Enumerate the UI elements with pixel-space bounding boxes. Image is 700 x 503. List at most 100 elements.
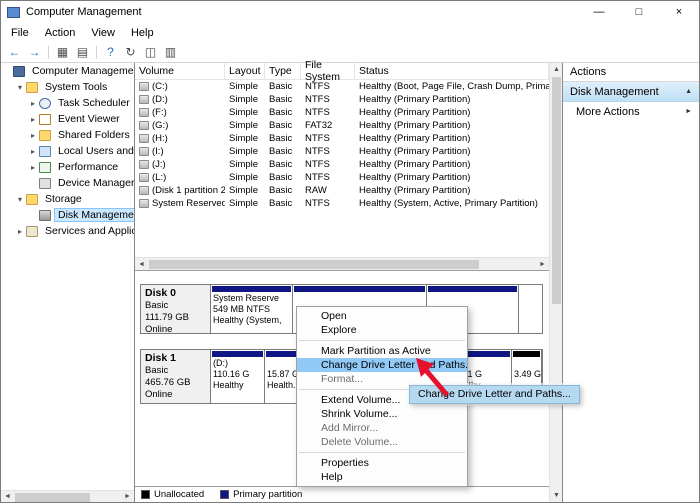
partition-title — [293, 293, 426, 304]
volume-file-system: NTFS — [305, 94, 330, 105]
partition-color-strip — [294, 286, 425, 292]
views-icon[interactable]: ▥ — [161, 43, 180, 61]
forward-icon[interactable]: → — [25, 43, 44, 61]
scroll-thumb[interactable] — [149, 260, 479, 269]
menu-action[interactable]: Action — [37, 27, 84, 39]
scroll-left-icon[interactable] — [1, 490, 14, 502]
refresh-icon[interactable]: ↻ — [121, 43, 140, 61]
volume-file-system: NTFS — [305, 172, 330, 183]
tree-item-device-manager[interactable]: Device Manager — [1, 175, 134, 191]
expand-icon[interactable]: ▸ — [28, 147, 38, 156]
column-header-status[interactable]: Status — [355, 63, 549, 79]
table-row[interactable]: (F:) Simple Basic NTFS Healthy (Primary … — [135, 106, 549, 119]
legend: Unallocated Primary partition — [135, 486, 549, 502]
scroll-thumb[interactable] — [552, 77, 561, 305]
tree-item-local-users-and-groups[interactable]: ▸ Local Users and Groups — [1, 143, 134, 159]
volume-name: (Disk 1 partition 2) — [152, 185, 225, 196]
menu-item-help[interactable]: Help — [297, 470, 467, 484]
collapse-icon[interactable]: ▾ — [15, 195, 25, 204]
tree-item-computer-management[interactable]: Computer Management (Local — [1, 63, 134, 79]
partition-size: 110.16 G — [213, 369, 250, 379]
volume-icon — [139, 173, 149, 182]
properties-icon[interactable]: ▤ — [73, 43, 92, 61]
show-console-tree-icon[interactable]: ▦ — [53, 43, 72, 61]
partition-d[interactable]: (D:) 110.16 G Healthy — [211, 350, 265, 403]
volume-name: (J:) — [152, 159, 166, 170]
scroll-left-icon[interactable] — [135, 258, 148, 271]
table-row[interactable]: (I:) Simple Basic NTFS Healthy (Primary … — [135, 145, 549, 158]
column-header-type[interactable]: Type — [265, 63, 301, 79]
partition-status: Health... — [267, 380, 297, 390]
volume-icon — [139, 160, 149, 169]
tree-item-disk-management[interactable]: Disk Management — [1, 207, 134, 223]
minimize-button[interactable]: — — [579, 1, 619, 23]
menu-item-explore[interactable]: Explore — [297, 323, 467, 337]
computer-management-window: Computer Management — □ × File Action Vi… — [0, 0, 700, 503]
column-header-file-system[interactable]: File System — [301, 59, 355, 83]
back-icon[interactable]: ← — [5, 43, 24, 61]
menu-help[interactable]: Help — [123, 27, 162, 39]
tree-item-storage[interactable]: ▾ Storage — [1, 191, 134, 207]
partition-system-reserved[interactable]: System Reserve 549 MB NTFS Healthy (Syst… — [211, 285, 293, 333]
table-row[interactable]: (D:) Simple Basic NTFS Healthy (Primary … — [135, 93, 549, 106]
collapse-section-icon[interactable] — [685, 88, 692, 95]
scroll-right-icon[interactable] — [536, 258, 549, 271]
actions-pane: Actions Disk Management More Actions — [563, 63, 699, 502]
table-row[interactable]: (G:) Simple Basic FAT32 Healthy (Primary… — [135, 119, 549, 132]
maximize-button[interactable]: □ — [619, 1, 659, 23]
partition[interactable]: 15.87 G Health... — [265, 350, 298, 403]
table-row[interactable]: (J:) Simple Basic NTFS Healthy (Primary … — [135, 158, 549, 171]
table-row[interactable]: (L:) Simple Basic NTFS Healthy (Primary … — [135, 171, 549, 184]
scroll-track[interactable] — [550, 76, 562, 489]
volume-name: (I:) — [152, 146, 164, 157]
tree-horizontal-scrollbar[interactable] — [1, 490, 134, 502]
table-row[interactable]: System Reserved (K:) Simple Basic NTFS H… — [135, 197, 549, 210]
disk-state: Online — [145, 323, 173, 335]
more-actions-label: More Actions — [576, 105, 640, 118]
collapse-icon[interactable]: ▾ — [15, 83, 25, 92]
scroll-up-icon[interactable] — [550, 63, 563, 76]
volume-horizontal-scrollbar[interactable] — [135, 257, 549, 270]
table-row[interactable]: (Disk 1 partition 2) Simple Basic RAW He… — [135, 184, 549, 197]
menu-item-open[interactable]: Open — [297, 309, 467, 323]
tree-item-event-viewer[interactable]: ▸ Event Viewer — [1, 111, 134, 127]
volume-status: Healthy (System, Active, Primary Partiti… — [359, 198, 538, 209]
scroll-track[interactable] — [14, 491, 121, 502]
menu-item-shrink-volume[interactable]: Shrink Volume... — [297, 407, 467, 421]
volume-icon — [139, 108, 149, 117]
menu-item-add-mirror: Add Mirror... — [321, 422, 379, 434]
unallocated-color-strip — [513, 351, 540, 357]
tree-item-performance[interactable]: ▸ Performance — [1, 159, 134, 175]
tree-item-shared-folders[interactable]: ▸ Shared Folders — [1, 127, 134, 143]
expand-icon[interactable]: ▸ — [28, 99, 38, 108]
expand-icon[interactable]: ▸ — [28, 131, 38, 140]
vertical-scrollbar[interactable] — [549, 63, 562, 502]
column-header-layout[interactable]: Layout — [225, 63, 265, 79]
column-header-volume[interactable]: Volume — [135, 63, 225, 79]
toolbar-separator — [48, 45, 49, 59]
scroll-down-icon[interactable] — [550, 489, 563, 502]
actions-section-disk-management[interactable]: Disk Management — [563, 82, 699, 102]
menu-file[interactable]: File — [3, 27, 37, 39]
menu-view[interactable]: View — [83, 27, 123, 39]
table-row[interactable]: (H:) Simple Basic NTFS Healthy (Primary … — [135, 132, 549, 145]
disk-0-label[interactable]: Disk 0 Basic 111.79 GB Online — [141, 285, 211, 335]
disk-views-icon[interactable]: ◫ — [141, 43, 160, 61]
scroll-track[interactable] — [148, 258, 536, 270]
expand-icon[interactable]: ▸ — [15, 227, 25, 236]
unallocated-swatch-icon — [141, 490, 150, 499]
help-icon[interactable]: ? — [101, 43, 120, 61]
volume-layout: Simple — [229, 94, 259, 105]
expand-icon[interactable]: ▸ — [28, 115, 38, 124]
menu-item-properties[interactable]: Properties — [297, 456, 467, 470]
close-button[interactable]: × — [659, 1, 699, 23]
tree-item-system-tools[interactable]: ▾ System Tools — [1, 79, 134, 95]
more-actions-item[interactable]: More Actions — [563, 102, 699, 121]
disk-1-label[interactable]: Disk 1 Basic 465.76 GB Online — [141, 350, 211, 403]
scroll-thumb[interactable] — [15, 493, 90, 502]
table-row[interactable]: (C:) Simple Basic NTFS Healthy (Boot, Pa… — [135, 80, 549, 93]
tree-item-task-scheduler[interactable]: ▸ Task Scheduler — [1, 95, 134, 111]
scroll-right-icon[interactable] — [121, 490, 134, 502]
tree-item-services-and-applications[interactable]: ▸ Services and Applications — [1, 223, 134, 239]
expand-icon[interactable]: ▸ — [28, 163, 38, 172]
